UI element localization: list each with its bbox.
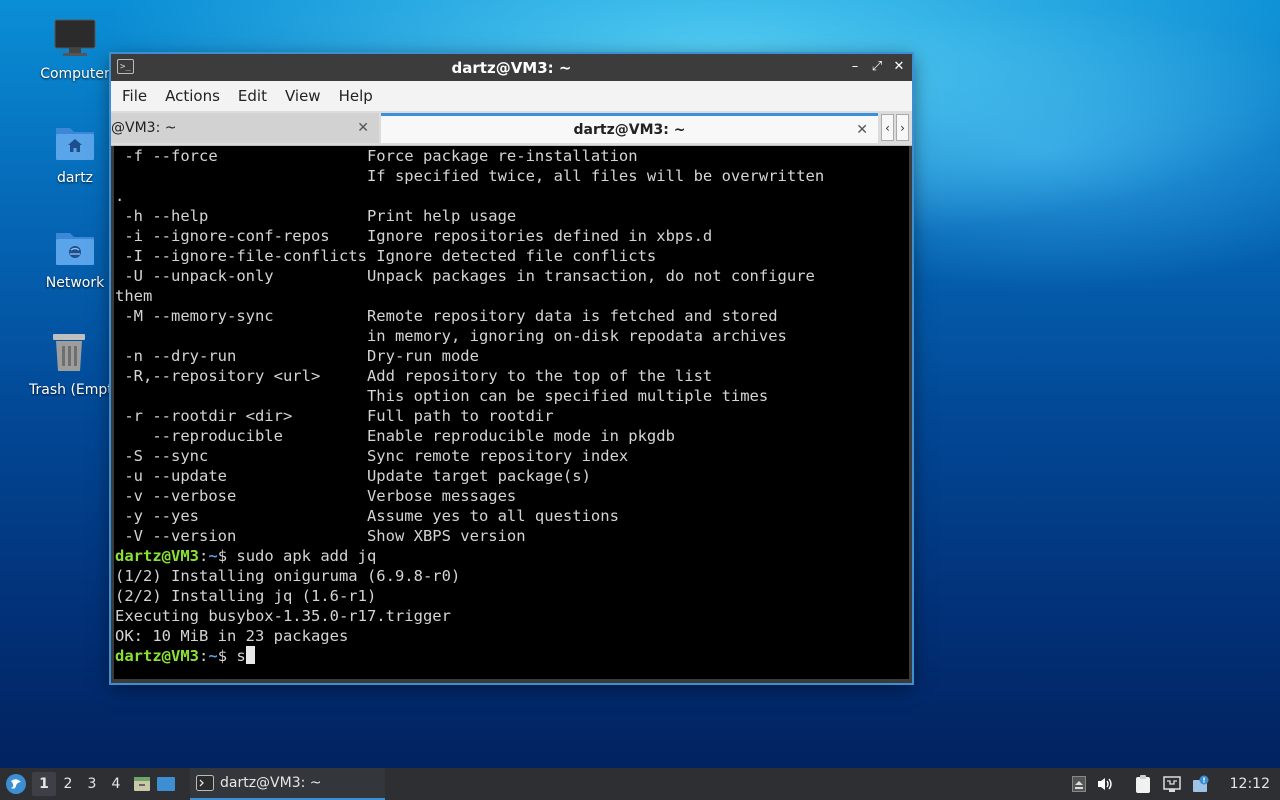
terminal-line: -I --ignore-file-conflicts Ignore detect… <box>115 247 657 265</box>
desktop-icon-network[interactable]: Network <box>27 227 123 291</box>
minimize-button[interactable]: – <box>848 58 862 76</box>
command-text: sudo apk add jq <box>236 547 377 565</box>
prompt-user: dartz@VM3 <box>115 647 199 665</box>
monitor-icon <box>27 18 123 62</box>
desktop-icon <box>157 777 175 791</box>
workspace-2-button[interactable]: 2 <box>56 776 80 792</box>
terminal-line: them <box>115 287 153 305</box>
desktop-icon-home[interactable]: dartz <box>27 122 123 186</box>
terminal-line: -f --force Force package re-installation <box>115 147 638 165</box>
taskbar: 1 2 3 4 dartz@VM3: ~ 12:12 <box>0 768 1280 800</box>
workspace-3-button[interactable]: 3 <box>80 776 104 792</box>
terminal-icon <box>196 775 214 791</box>
lxqt-logo-icon <box>6 774 26 794</box>
text-cursor <box>245 646 255 664</box>
tab-label: dartz@VM3: ~ <box>573 121 686 138</box>
prompt-path: ~ <box>208 547 218 565</box>
terminal-line: -y --yes Assume yes to all questions <box>115 507 619 525</box>
current-input: s <box>236 647 246 665</box>
terminal-app-icon: >_ <box>117 59 134 74</box>
clipboard-icon[interactable] <box>1134 774 1152 794</box>
update-notifier-icon[interactable] <box>1192 775 1210 793</box>
terminal-line: -r --rootdir <dir> Full path to rootdir <box>115 407 554 425</box>
volume-icon[interactable] <box>1096 776 1114 792</box>
window-titlebar[interactable]: >_ dartz@VM3: ~ – ⤢ ✕ <box>111 54 912 81</box>
desktop-icon-trash[interactable]: Trash (Empty) <box>27 330 111 398</box>
desktop-icon-label: Trash (Empty) <box>29 382 111 398</box>
file-cabinet-icon <box>134 777 150 791</box>
terminal-line: -M --memory-sync Remote repository data … <box>115 307 778 325</box>
system-tray: 12:12 <box>1071 768 1280 800</box>
tab-label: @VM3: ~ <box>111 120 177 136</box>
terminal-line: -h --help Print help usage <box>115 207 517 225</box>
terminal-line: -S --sync Sync remote repository index <box>115 447 629 465</box>
tab-close-icon[interactable]: ✕ <box>357 120 369 136</box>
taskbar-task-terminal[interactable]: dartz@VM3: ~ <box>190 768 385 800</box>
terminal-output[interactable]: -f --force Force package re-installation… <box>114 146 909 679</box>
tab-active[interactable]: dartz@VM3: ~ ✕ <box>381 113 878 143</box>
menu-bar: File Actions Edit View Help <box>111 81 912 111</box>
window-title: dartz@VM3: ~ <box>451 58 572 77</box>
terminal-line: -u --update Update target package(s) <box>115 467 591 485</box>
menu-help[interactable]: Help <box>333 87 385 105</box>
desktop-icon-label: dartz <box>56 170 94 186</box>
prompt-line-current[interactable]: dartz@VM3:~$ s <box>114 646 909 666</box>
prompt-symbol: $ <box>217 647 237 665</box>
file-manager-launcher[interactable] <box>130 775 154 793</box>
terminal-line: If specified twice, all files will be ov… <box>115 167 825 185</box>
prompt-separator: : <box>199 547 209 565</box>
prompt-symbol: $ <box>217 547 237 565</box>
terminal-line: --reproducible Enable reproducible mode … <box>115 427 675 445</box>
prompt-path: ~ <box>208 647 218 665</box>
clock[interactable]: 12:12 <box>1230 776 1270 792</box>
task-label: dartz@VM3: ~ <box>220 775 322 791</box>
terminal-line: . <box>115 187 125 205</box>
terminal-line: -U --unpack-only Unpack packages in tran… <box>115 267 815 285</box>
home-folder-icon <box>27 122 123 166</box>
terminal-window: >_ dartz@VM3: ~ – ⤢ ✕ File Actions Edit … <box>111 54 912 683</box>
app-menu-button[interactable] <box>0 773 32 795</box>
tab-close-icon[interactable]: ✕ <box>856 122 868 138</box>
terminal-line: Executing busybox-1.35.0-r17.trigger <box>115 607 451 625</box>
menu-view[interactable]: View <box>279 87 333 105</box>
terminal-line: -i --ignore-conf-repos Ignore repositori… <box>115 227 713 245</box>
trash-icon <box>27 330 111 378</box>
network-connection-icon[interactable] <box>1162 775 1182 793</box>
menu-file[interactable]: File <box>116 87 159 105</box>
network-folder-icon <box>27 227 123 271</box>
terminal-line: -V --version Show XBPS version <box>115 527 526 545</box>
tab-scroll-left-icon[interactable]: ‹ <box>881 114 894 141</box>
menu-edit[interactable]: Edit <box>232 87 279 105</box>
desktop-icon-computer[interactable]: Computer <box>27 18 123 82</box>
terminal-line: This option can be specified multiple ti… <box>115 387 769 405</box>
desktop-icon-label: Network <box>45 275 105 291</box>
terminal-line: OK: 10 MiB in 23 packages <box>115 627 349 645</box>
eject-icon[interactable] <box>1071 776 1086 792</box>
workspace-4-button[interactable]: 4 <box>104 776 128 792</box>
close-button[interactable]: ✕ <box>892 58 906 76</box>
terminal-line: (1/2) Installing oniguruma (6.9.8-r0) <box>115 567 461 585</box>
terminal-line: -R,--repository <url> Add repository to … <box>115 367 713 385</box>
prompt-user: dartz@VM3 <box>115 547 199 565</box>
prompt-separator: : <box>199 647 209 665</box>
maximize-button[interactable]: ⤢ <box>870 58 884 76</box>
desktop-icon-label: Computer <box>40 66 110 82</box>
menu-actions[interactable]: Actions <box>159 87 232 105</box>
terminal-line: in memory, ignoring on-disk repodata arc… <box>115 327 787 345</box>
terminal-line: -v --verbose Verbose messages <box>115 487 517 505</box>
terminal-line: -n --dry-run Dry-run mode <box>115 347 479 365</box>
tab-scroll-right-icon[interactable]: › <box>896 114 909 141</box>
tab-bar: @VM3: ~ ✕ dartz@VM3: ~ ✕ ‹ › <box>111 111 912 146</box>
prompt-line: dartz@VM3:~$ sudo apk add jq <box>114 546 909 566</box>
tab-inactive[interactable]: @VM3: ~ ✕ <box>111 113 379 143</box>
show-desktop-button[interactable] <box>154 776 178 792</box>
workspace-1-button[interactable]: 1 <box>32 772 56 796</box>
terminal-line: (2/2) Installing jq (1.6-r1) <box>115 587 377 605</box>
